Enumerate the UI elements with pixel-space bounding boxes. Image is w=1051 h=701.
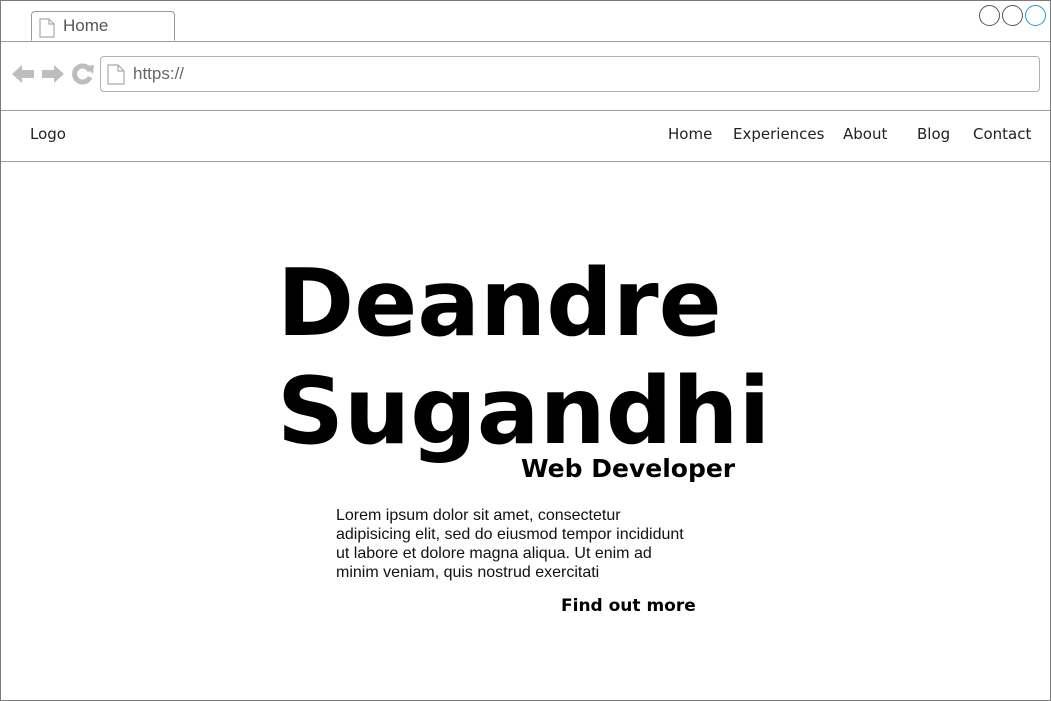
nav-experiences[interactable]: Experiences — [733, 125, 824, 143]
forward-arrow-icon[interactable] — [41, 62, 65, 91]
address-row: https:// — [1, 42, 1050, 111]
hero-description: Lorem ipsum dolor sit amet, consectetur … — [336, 507, 684, 581]
minimize-button[interactable] — [979, 5, 1000, 26]
hero-last-name: Sugandhi — [277, 357, 771, 465]
page-icon — [107, 64, 125, 90]
site-navbar: Logo Home Experiences About Blog Contact — [1, 111, 1050, 162]
reload-icon[interactable] — [71, 62, 95, 91]
nav-about[interactable]: About — [843, 125, 887, 143]
url-text: https:// — [133, 64, 185, 83]
find-out-more-link[interactable]: Find out more — [561, 596, 696, 616]
nav-home[interactable]: Home — [668, 125, 712, 143]
url-bar[interactable]: https:// — [100, 56, 1040, 92]
maximize-button[interactable] — [1002, 5, 1023, 26]
hero-name: Deandre Sugandhi — [277, 249, 797, 465]
nav-blog[interactable]: Blog — [917, 125, 950, 143]
tab-strip: Home — [1, 1, 1050, 42]
browser-window: Home https:// Logo Home Experiences Abou… — [0, 0, 1051, 701]
back-arrow-icon[interactable] — [11, 62, 35, 91]
browser-tab-home[interactable]: Home — [31, 11, 175, 41]
logo[interactable]: Logo — [30, 125, 66, 143]
nav-contact[interactable]: Contact — [973, 125, 1031, 143]
close-button[interactable] — [1025, 5, 1046, 26]
page-icon — [39, 18, 55, 43]
window-controls — [979, 5, 1046, 26]
tab-label: Home — [63, 16, 109, 35]
hero-role: Web Developer — [521, 454, 736, 483]
hero-first-name: Deandre — [277, 249, 722, 357]
